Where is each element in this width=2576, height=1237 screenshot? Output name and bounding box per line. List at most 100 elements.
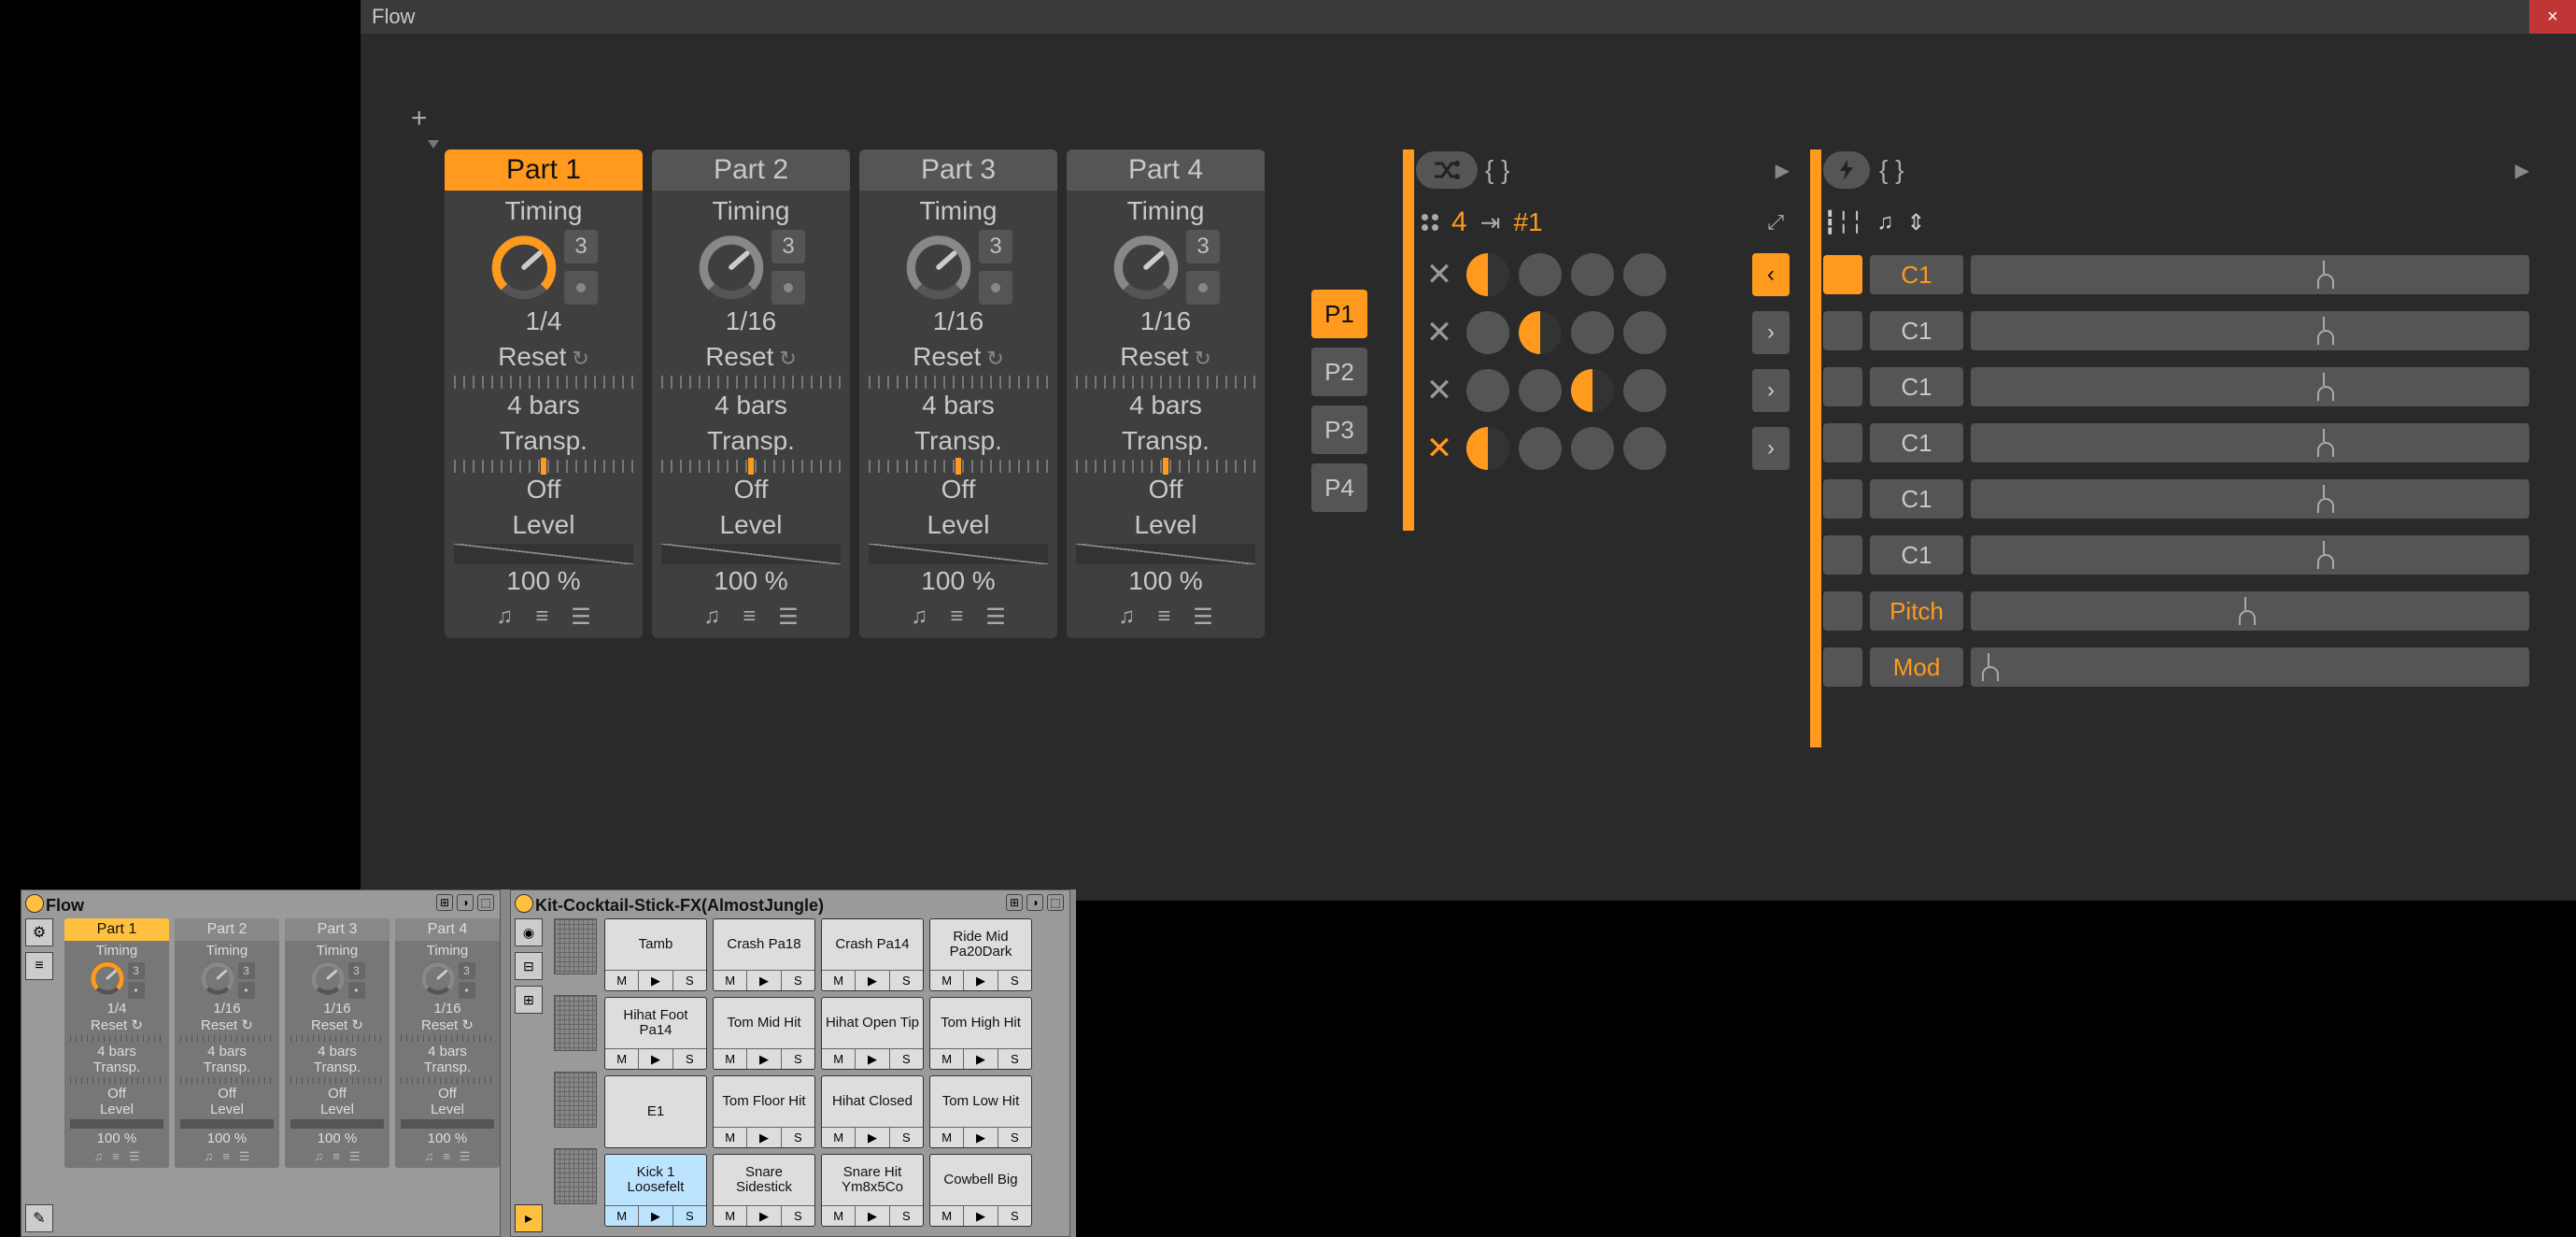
drum-pad[interactable]: Hihat Closed M▶S bbox=[821, 1075, 924, 1148]
pad-solo[interactable]: S bbox=[890, 1206, 923, 1226]
list-icon[interactable]: ☰ bbox=[985, 604, 1006, 631]
pad-mute[interactable]: M bbox=[605, 971, 639, 990]
preset-tab[interactable]: P4 bbox=[1311, 463, 1367, 512]
drum-pad[interactable]: Snare Hit Ym8x5Co M▶S bbox=[821, 1154, 924, 1227]
pad-overview[interactable] bbox=[554, 995, 597, 1051]
music-note-icon[interactable]: ♫ bbox=[703, 604, 720, 631]
device-btn-2[interactable]: ◑ bbox=[457, 894, 474, 911]
drum-pad[interactable]: Kick 1 Loosefelt M▶S bbox=[604, 1154, 707, 1227]
mini-bars-slider[interactable] bbox=[401, 1035, 494, 1042]
pad-solo[interactable]: S bbox=[890, 1128, 923, 1147]
timing-numerator[interactable]: 3 bbox=[1186, 230, 1220, 263]
note-slider[interactable] bbox=[1971, 647, 2529, 687]
music-note-icon[interactable]: ♫ bbox=[94, 1149, 104, 1164]
drum-pad[interactable]: Hihat Open Tip M▶S bbox=[821, 997, 924, 1070]
seq-step[interactable] bbox=[1623, 427, 1666, 470]
music-note-icon[interactable]: ♫ bbox=[425, 1149, 434, 1164]
pad-mute[interactable]: M bbox=[822, 1128, 856, 1147]
preset-tab[interactable]: P1 bbox=[1311, 290, 1367, 338]
seq-step[interactable] bbox=[1571, 253, 1614, 296]
mini-num[interactable]: 3 bbox=[128, 962, 145, 979]
seq-step[interactable] bbox=[1519, 369, 1562, 412]
seq-step[interactable] bbox=[1571, 427, 1614, 470]
list-icon[interactable]: ≡ bbox=[25, 952, 53, 980]
drum-pad[interactable]: Crash Pa14 M▶S bbox=[821, 918, 924, 991]
part-tab[interactable]: Part 4 bbox=[1067, 149, 1265, 191]
note-slider[interactable] bbox=[1971, 367, 2529, 406]
pad-solo[interactable]: S bbox=[673, 1049, 706, 1069]
pad-solo[interactable]: S bbox=[782, 1128, 814, 1147]
mini-level-slider[interactable] bbox=[401, 1119, 494, 1129]
mini-reset[interactable]: Reset ↻ bbox=[175, 1017, 279, 1033]
note-label[interactable]: C1 bbox=[1870, 479, 1963, 519]
import-icon[interactable]: ⇥ bbox=[1480, 208, 1501, 237]
seq-mute[interactable]: ✕ bbox=[1422, 314, 1457, 351]
pad-play[interactable]: ▶ bbox=[747, 1128, 781, 1147]
mini-num[interactable]: 3 bbox=[238, 962, 255, 979]
pad-overview[interactable] bbox=[554, 1072, 597, 1128]
play-icon[interactable]: ▶ bbox=[2515, 159, 2529, 182]
pad-mute[interactable]: M bbox=[930, 971, 964, 990]
pad-solo[interactable]: S bbox=[890, 1049, 923, 1069]
mini-reset[interactable]: Reset ↻ bbox=[285, 1017, 389, 1033]
drum-pad[interactable]: Tamb M▶S bbox=[604, 918, 707, 991]
mini-transp-slider[interactable] bbox=[180, 1077, 274, 1084]
pad-play[interactable]: ▶ bbox=[856, 971, 889, 990]
note-enable[interactable] bbox=[1823, 647, 1862, 687]
drum-pad[interactable]: Cowbell Big M▶S bbox=[929, 1154, 1032, 1227]
gear-icon[interactable]: ⚙ bbox=[25, 918, 53, 946]
mini-level-slider[interactable] bbox=[180, 1119, 274, 1129]
seq-nav[interactable]: › bbox=[1752, 427, 1790, 470]
music-note-icon[interactable]: ♫ bbox=[315, 1149, 324, 1164]
mini-level-slider[interactable] bbox=[290, 1119, 384, 1129]
menu-icon[interactable]: ≡ bbox=[112, 1149, 120, 1164]
pad-solo[interactable]: S bbox=[782, 1206, 814, 1226]
list-icon[interactable]: ☰ bbox=[349, 1149, 361, 1164]
add-button[interactable]: + bbox=[411, 103, 428, 135]
pad-mute[interactable]: M bbox=[822, 1049, 856, 1069]
seq-nav[interactable]: › bbox=[1752, 311, 1790, 354]
note-enable[interactable] bbox=[1823, 479, 1862, 519]
seq-mute[interactable]: ✕ bbox=[1422, 430, 1457, 467]
pad-play[interactable]: ▶ bbox=[856, 1128, 889, 1147]
music-note-icon[interactable]: ♫ bbox=[205, 1149, 214, 1164]
mini-num[interactable]: 3 bbox=[459, 962, 475, 979]
timing-knob[interactable] bbox=[697, 233, 766, 302]
braces-icon[interactable]: { } bbox=[1879, 155, 1904, 185]
transpose-slider[interactable] bbox=[454, 460, 633, 473]
pad-solo[interactable]: S bbox=[998, 971, 1031, 990]
mini-part-tab[interactable]: Part 1 bbox=[64, 918, 169, 941]
mini-part-tab[interactable]: Part 3 bbox=[285, 918, 389, 941]
list-icon[interactable]: ☰ bbox=[460, 1149, 471, 1164]
list-icon[interactable]: ☰ bbox=[571, 604, 591, 631]
note-enable[interactable] bbox=[1823, 367, 1862, 406]
pad-solo[interactable]: S bbox=[998, 1206, 1031, 1226]
timing-dot[interactable] bbox=[771, 271, 805, 305]
note-label[interactable]: C1 bbox=[1870, 255, 1963, 294]
mini-knob[interactable] bbox=[200, 960, 235, 1001]
seq-step[interactable] bbox=[1466, 427, 1509, 470]
preset-number[interactable]: #1 bbox=[1513, 207, 1542, 237]
note-slider[interactable] bbox=[1971, 255, 2529, 294]
expand-icon[interactable]: ⤢ bbox=[1767, 210, 1784, 235]
device-enable-button[interactable] bbox=[25, 894, 44, 913]
pad-mute[interactable]: M bbox=[930, 1049, 964, 1069]
note-label[interactable]: Mod bbox=[1870, 647, 1963, 687]
note-enable[interactable] bbox=[1823, 255, 1862, 294]
music-note-icon[interactable]: ♫ bbox=[496, 604, 513, 631]
pad-play[interactable]: ▶ bbox=[856, 1206, 889, 1226]
mini-bars-slider[interactable] bbox=[290, 1035, 384, 1042]
drum-pad[interactable]: Tom High Hit M▶S bbox=[929, 997, 1032, 1070]
mini-reset[interactable]: Reset ↻ bbox=[64, 1017, 169, 1033]
seq-step[interactable] bbox=[1571, 369, 1614, 412]
expand-triangle-icon[interactable] bbox=[428, 140, 439, 149]
drum-pad[interactable]: Ride Mid Pa20Dark M▶S bbox=[929, 918, 1032, 991]
device-btn-1[interactable]: ⊞ bbox=[436, 894, 453, 911]
preset-tab[interactable]: P2 bbox=[1311, 348, 1367, 396]
pad-play[interactable]: ▶ bbox=[964, 1206, 998, 1226]
timing-knob[interactable] bbox=[904, 233, 973, 302]
note-label[interactable]: C1 bbox=[1870, 367, 1963, 406]
music-note-icon[interactable]: ♫ bbox=[1118, 604, 1135, 631]
mini-part-tab[interactable]: Part 4 bbox=[395, 918, 500, 941]
pad-solo[interactable]: S bbox=[890, 971, 923, 990]
